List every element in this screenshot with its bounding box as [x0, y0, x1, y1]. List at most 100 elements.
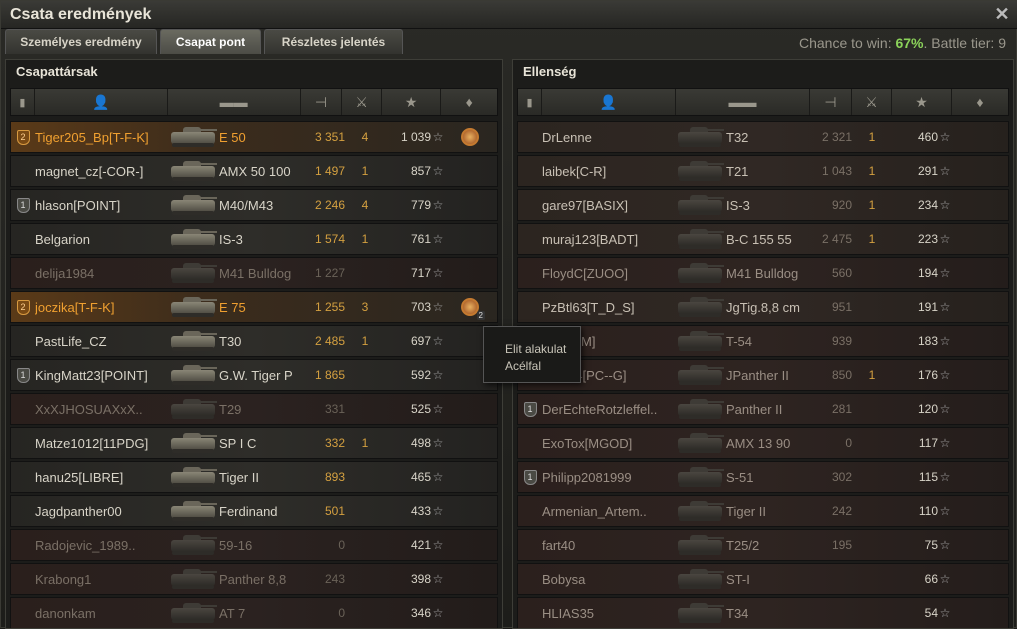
- player-row[interactable]: utter34[PC--G] JPanther II 850 1 176 ☆: [517, 359, 1009, 391]
- player-row[interactable]: Jagdpanther00 Ferdinand 501 433 ☆: [10, 495, 498, 527]
- kills-value: 1: [868, 130, 876, 144]
- tank-icon: [169, 599, 219, 627]
- damage-value: 0: [338, 606, 345, 620]
- kills-value: 1: [868, 368, 876, 382]
- tank-icon: [676, 599, 726, 627]
- player-row[interactable]: Krabong1 Panther 8,8 243 398 ☆: [10, 563, 498, 595]
- player-column-icon[interactable]: 👤: [35, 89, 168, 115]
- damage-column-icon[interactable]: ⊣: [810, 89, 852, 115]
- medal-icon[interactable]: 2: [461, 298, 485, 320]
- vehicle-name: IS-3: [726, 197, 750, 213]
- tab-team-score[interactable]: Csapat pont: [160, 29, 261, 54]
- player-row[interactable]: 1 hlason[POINT] M40/M43 2 246 4 779 ☆: [10, 189, 498, 221]
- medal-cell: 2: [445, 298, 495, 320]
- xp-value: 115: [918, 470, 938, 484]
- squad-badge: 1: [16, 367, 30, 383]
- tank-icon: [169, 395, 219, 423]
- tank-column-icon[interactable]: ▬▬: [168, 89, 301, 115]
- tank-icon: [676, 429, 726, 457]
- xp-value: 592: [410, 368, 431, 382]
- player-row[interactable]: HLIAS35 T34 54 ☆: [517, 597, 1009, 628]
- xp-column-icon[interactable]: ★: [382, 89, 442, 115]
- player-row[interactable]: ExoTox[MGOD] AMX 13 90 0 117 ☆: [517, 427, 1009, 459]
- player-row[interactable]: muraj123[BADT] B-C 155 55 2 475 1 223 ☆: [517, 223, 1009, 255]
- battle-tier: . Battle tier: 9: [923, 35, 1006, 51]
- player-row[interactable]: FloydC[ZUOO] M41 Bulldog 560 194 ☆: [517, 257, 1009, 289]
- vehicle-name: T29: [219, 401, 242, 417]
- damage-column-icon[interactable]: ⊣: [301, 89, 343, 115]
- damage-value: 1 255: [314, 300, 345, 314]
- xp-column-icon[interactable]: ★: [892, 89, 952, 115]
- damage-value: 195: [831, 538, 852, 552]
- player-name: Bobysa: [542, 571, 586, 587]
- player-name: Jagdpanther00: [35, 503, 122, 519]
- xp-value: 120: [917, 402, 938, 416]
- player-row[interactable]: 1 DerEchteRotzleffel.. Panther II 281 120 ☆: [517, 393, 1009, 425]
- player-row[interactable]: PastLife_CZ T30 2 485 1 697 ☆: [10, 325, 498, 357]
- player-row[interactable]: gare97[BASIX] IS-3 920 1 234 ☆: [517, 189, 1009, 221]
- player-row[interactable]: 1 KingMatt23[POINT] G.W. Tiger P 1 865 592 ☆: [10, 359, 498, 391]
- damage-value: 2 321: [821, 130, 852, 144]
- medal-column-icon[interactable]: ♦: [952, 89, 1008, 115]
- squad-column-icon[interactable]: ▮: [518, 89, 542, 115]
- xp-value: 110: [918, 504, 938, 518]
- player-row[interactable]: 2 joczika[T-F-K] E 75 1 255 3 703 ☆ 2: [10, 291, 498, 323]
- player-row[interactable]: Armenian_Artem.. Tiger II 242 110 ☆: [517, 495, 1009, 527]
- vehicle-name: T32: [726, 129, 749, 145]
- medal-icon[interactable]: [461, 128, 479, 146]
- player-row[interactable]: danonkam AT 7 0 346 ☆: [10, 597, 498, 628]
- kills-value: 1: [868, 164, 876, 178]
- damage-value: 302: [831, 470, 852, 484]
- player-name: PzBtl63[T_D_S]: [542, 299, 635, 315]
- tank-column-icon[interactable]: ▬▬: [676, 89, 810, 115]
- vehicle-name: G.W. Tiger P: [219, 367, 293, 383]
- player-row[interactable]: 1 Philipp2081999 S-51 302 115 ☆: [517, 461, 1009, 493]
- player-row[interactable]: magnet_cz[-COR-] AMX 50 100 1 497 1 857 ☆: [10, 155, 498, 187]
- damage-value: 1 043: [821, 164, 852, 178]
- xp-value: 465: [410, 470, 431, 484]
- player-name: gare97[BASIX]: [542, 197, 628, 213]
- player-row[interactable]: Bobysa ST-I 66 ☆: [517, 563, 1009, 595]
- star-icon: ☆: [939, 504, 951, 518]
- vehicle-name: Tiger II: [219, 469, 259, 485]
- player-row[interactable]: XxXJHOSUAXxX.. T29 331 525 ☆: [10, 393, 498, 425]
- xp-value: 498: [410, 436, 431, 450]
- player-row[interactable]: laibek[C-R] T21 1 043 1 291 ☆: [517, 155, 1009, 187]
- squad-badge: 1: [16, 197, 30, 213]
- player-row[interactable]: fart40 T25/2 195 75 ☆: [517, 529, 1009, 561]
- tank-icon: [169, 463, 219, 491]
- close-icon[interactable]: ✕: [992, 4, 1012, 24]
- player-row[interactable]: PzBtl63[T_D_S] JgTig.8,8 cm 951 191 ☆: [517, 291, 1009, 323]
- damage-value: 560: [831, 266, 852, 280]
- player-column-icon[interactable]: 👤: [542, 89, 676, 115]
- vehicle-name: AMX 50 100: [219, 163, 291, 179]
- damage-value: 1 227: [314, 266, 345, 280]
- title-bar[interactable]: Csata eredmények ✕: [1, 1, 1017, 29]
- xp-value: 291: [917, 164, 938, 178]
- tab-personal-results[interactable]: Személyes eredmény: [5, 29, 157, 54]
- kills-column-icon[interactable]: ⚔: [342, 89, 382, 115]
- tank-icon: [676, 497, 726, 525]
- player-row[interactable]: Matze1012[11PDG] SP I C 332 1 498 ☆: [10, 427, 498, 459]
- tank-icon: [676, 157, 726, 185]
- medal-column-icon[interactable]: ♦: [441, 89, 497, 115]
- player-name: XxXJHOSUAXxX..: [35, 401, 143, 417]
- tank-icon: [169, 429, 219, 457]
- player-row[interactable]: Radojevic_1989.. 59-16 0 421 ☆: [10, 529, 498, 561]
- player-name: danonkam: [35, 605, 96, 621]
- player-row[interactable]: Belgarion IS-3 1 574 1 761 ☆: [10, 223, 498, 255]
- player-row[interactable]: DrLenne T32 2 321 1 460 ☆: [517, 121, 1009, 153]
- tank-icon: [676, 225, 726, 253]
- vehicle-name: M40/M43: [219, 197, 274, 213]
- player-name: Matze1012[11PDG]: [35, 435, 149, 451]
- player-name: HLIAS35: [542, 605, 595, 621]
- squad-column-icon[interactable]: ▮: [11, 89, 35, 115]
- kills-column-icon[interactable]: ⚔: [852, 89, 892, 115]
- damage-value: 850: [831, 368, 852, 382]
- kills-value: 1: [361, 164, 369, 178]
- player-row[interactable]: hanu25[LIBRE] Tiger II 893 465 ☆: [10, 461, 498, 493]
- player-row[interactable]: 2 Tiger205_Bp[T-F-K] E 50 3 351 4 1 039 ☆: [10, 121, 498, 153]
- tab-detailed-report[interactable]: Részletes jelentés: [264, 29, 403, 54]
- player-row[interactable]: delija1984 M41 Bulldog 1 227 717 ☆: [10, 257, 498, 289]
- player-row[interactable]: R[M-J-M]T-54939183☆: [517, 325, 1009, 357]
